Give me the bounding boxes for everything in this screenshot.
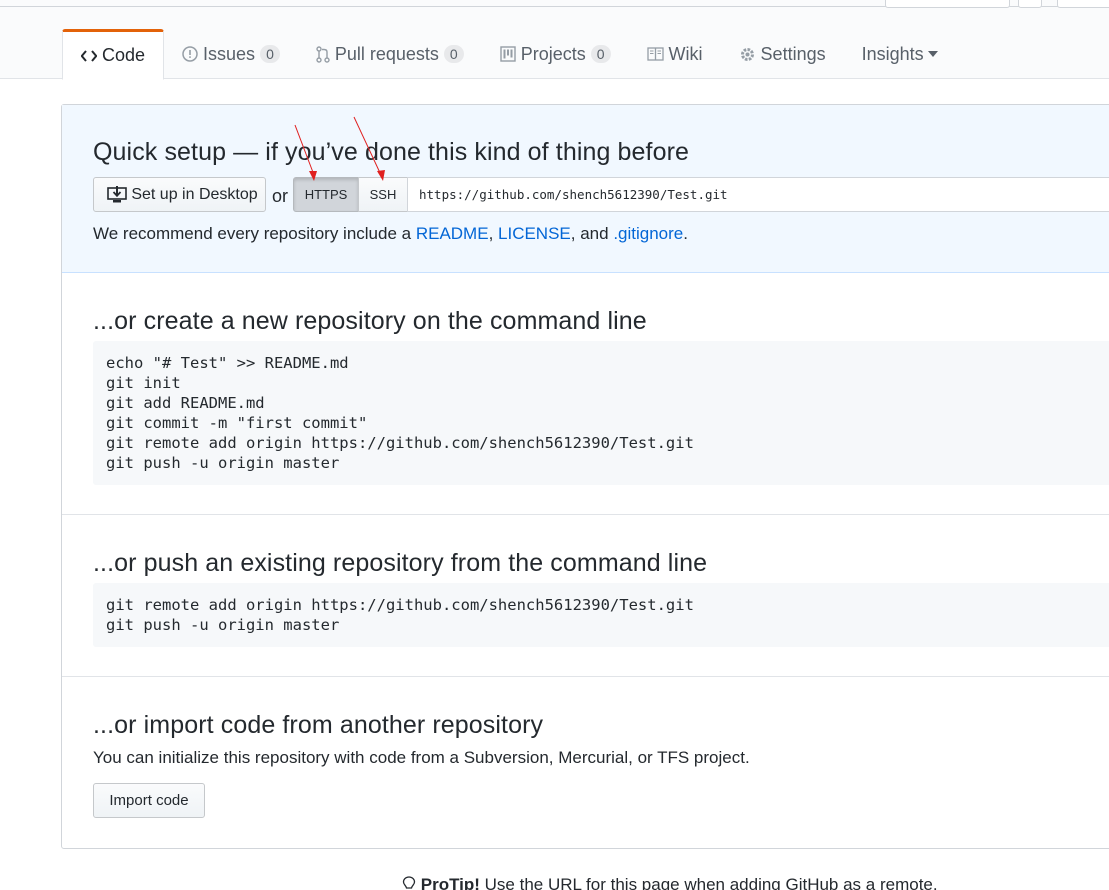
- import-code-button[interactable]: Import code: [93, 783, 205, 818]
- protip-label: ProTip!: [420, 875, 480, 890]
- create-section-title: ...or create a new repository on the com…: [93, 307, 647, 335]
- protip-text: Use the URL for this page when adding Gi…: [479, 875, 938, 890]
- recommend-and: , and: [570, 224, 614, 243]
- gitignore-link[interactable]: .gitignore: [613, 224, 683, 243]
- star-count-partial[interactable]: [1018, 0, 1042, 8]
- tab-label: Code: [102, 45, 146, 65]
- import-section-title: ...or import code from another repositor…: [93, 711, 544, 739]
- tab-settings[interactable]: Settings: [721, 29, 844, 79]
- tab-label: Projects: [520, 43, 586, 64]
- protip: ProTip! Use the URL for this page when a…: [402, 875, 938, 890]
- create-repo-section: ...or create a new repository on the com…: [62, 273, 1109, 515]
- setup-desktop-button[interactable]: Set up in Desktop: [93, 177, 266, 212]
- ssh-button[interactable]: SSH: [358, 177, 408, 212]
- pull-request-icon: [316, 45, 330, 63]
- tab-wiki[interactable]: Wiki: [629, 29, 721, 79]
- or-text: or: [272, 186, 289, 206]
- clone-url-input[interactable]: [407, 177, 1109, 212]
- import-repo-section: ...or import code from another repositor…: [62, 677, 1109, 849]
- projects-counter: 0: [590, 45, 611, 63]
- issues-counter: 0: [260, 45, 280, 63]
- license-link[interactable]: LICENSE: [498, 224, 571, 243]
- tab-label: Wiki: [668, 43, 703, 64]
- tab-label: Settings: [760, 43, 826, 64]
- tab-label: Insights: [861, 43, 924, 64]
- readme-link[interactable]: README: [416, 224, 489, 243]
- create-code-block[interactable]: echo "# Test" >> README.md git init git …: [93, 341, 1109, 485]
- repo-header: Code Issues 0 Pull requests 0 Projects 0: [0, 0, 1109, 80]
- book-icon: [646, 47, 664, 61]
- tab-projects[interactable]: Projects 0: [482, 29, 629, 79]
- code-icon: [81, 49, 97, 63]
- empty-repo-setup-box: Quick setup — if you’ve done this kind o…: [61, 104, 1109, 849]
- quick-setup-title: Quick setup — if you’ve done this kind o…: [93, 138, 690, 166]
- fork-button-partial[interactable]: [1057, 0, 1109, 8]
- tab-insights[interactable]: Insights: [844, 29, 956, 79]
- watch-button-partial[interactable]: [885, 0, 1010, 8]
- recommend-text: We recommend every repository include a …: [93, 224, 688, 244]
- recommend-separator: ,: [488, 224, 499, 243]
- caret-down-icon: [927, 51, 938, 57]
- tab-issues[interactable]: Issues 0: [164, 29, 298, 79]
- push-section-title: ...or push an existing repository from t…: [93, 549, 708, 577]
- recommend-end: .: [683, 224, 688, 243]
- gear-icon: [739, 46, 756, 63]
- issue-icon: [182, 46, 198, 62]
- light-bulb-icon: [402, 876, 416, 889]
- recommend-prefix: We recommend every repository include a: [93, 224, 416, 243]
- tab-pull-requests[interactable]: Pull requests 0: [298, 29, 482, 79]
- push-repo-section: ...or push an existing repository from t…: [62, 515, 1109, 677]
- push-code-block[interactable]: git remote add origin https://github.com…: [93, 583, 1109, 647]
- desktop-download-icon: [107, 185, 128, 202]
- pull-requests-counter: 0: [443, 45, 464, 63]
- setup-desktop-label: Set up in Desktop: [131, 185, 258, 203]
- https-button[interactable]: HTTPS: [293, 177, 359, 212]
- project-icon: [500, 46, 516, 62]
- quick-setup-panel: Quick setup — if you’ve done this kind o…: [62, 105, 1109, 273]
- import-description: You can initialize this repository with …: [93, 748, 750, 767]
- tab-label: Pull requests: [334, 43, 439, 64]
- tab-code[interactable]: Code: [62, 29, 165, 80]
- repo-nav-tabs: Code Issues 0 Pull requests 0 Projects 0: [62, 29, 956, 80]
- tab-label: Issues: [203, 43, 256, 64]
